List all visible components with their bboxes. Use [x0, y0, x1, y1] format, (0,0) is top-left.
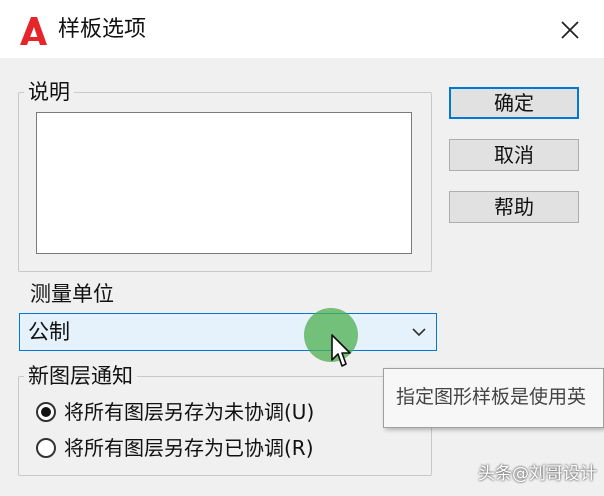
chevron-down-icon: [412, 328, 426, 337]
description-textarea[interactable]: [36, 112, 412, 254]
title-bar: 样板选项: [0, 0, 604, 58]
measurement-units-value: 公制: [28, 320, 70, 344]
help-button[interactable]: 帮助: [449, 191, 579, 223]
tooltip-text: 指定图形样板是使用英: [396, 386, 587, 408]
template-options-dialog: 样板选项 说明 确定 取消 帮助 测量单位 公制 新图层通知 将所有图层另存为未…: [0, 0, 604, 496]
radio-save-unreconciled[interactable]: 将所有图层另存为未协调(U): [36, 398, 314, 426]
measurement-units-dropdown[interactable]: 公制: [19, 313, 437, 351]
autocad-logo-icon: [20, 17, 47, 45]
radio-save-reconciled-label: 将所有图层另存为已协调(R): [64, 436, 314, 460]
radio-save-unreconciled-label: 将所有图层另存为未协调(U): [64, 400, 315, 424]
radio-button-checked[interactable]: [36, 402, 56, 422]
measurement-units-label: 测量单位: [30, 282, 114, 306]
cancel-button[interactable]: 取消: [449, 139, 579, 171]
watermark: 头条@刘哥设计: [478, 464, 597, 484]
tooltip: 指定图形样板是使用英: [383, 368, 604, 428]
close-icon: [561, 21, 579, 39]
mouse-pointer-icon: [331, 334, 351, 367]
close-button[interactable]: [552, 12, 588, 48]
ok-button[interactable]: 确定: [449, 87, 579, 119]
radio-button-unchecked[interactable]: [36, 438, 56, 458]
radio-save-reconciled[interactable]: 将所有图层另存为已协调(R): [36, 434, 314, 462]
window-title: 样板选项: [58, 17, 147, 42]
new-layer-notification-label: 新图层通知: [24, 363, 137, 389]
description-label: 说明: [24, 79, 74, 105]
